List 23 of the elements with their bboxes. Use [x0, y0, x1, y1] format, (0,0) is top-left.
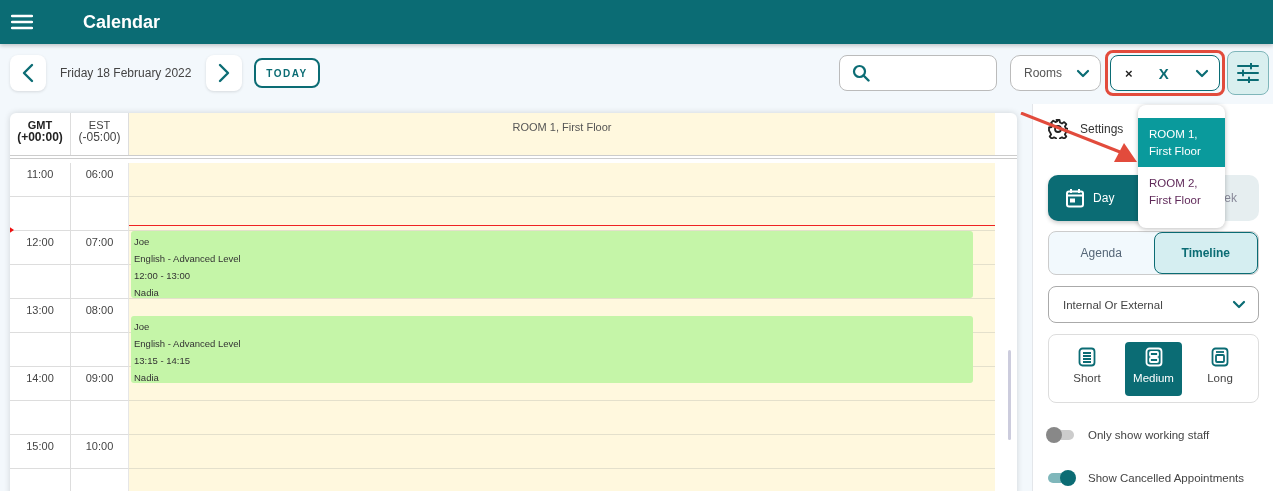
timezone-name: EST	[88, 119, 111, 131]
appointment-detail: Joe	[134, 235, 151, 248]
settings-label: Settings	[1080, 122, 1124, 136]
app-title: Calendar	[83, 11, 161, 33]
appointment-detail: Joe	[134, 320, 151, 333]
appointment-detail: Nadia	[134, 371, 160, 384]
time-cell: 11:00	[10, 163, 71, 197]
time-cell: 14:00	[10, 367, 71, 401]
appointment-detail: English - Advanced Level	[134, 337, 242, 350]
time-cell: 15:00	[10, 435, 71, 469]
appointment-detail: 12:00 - 13:00	[134, 269, 191, 282]
room-name: ROOM 1, First Floor	[512, 121, 612, 135]
toggle-label: Only show working staff	[1088, 428, 1210, 441]
time-cell: 13:00	[10, 299, 71, 333]
appointment-detail: English - Advanced Level	[134, 252, 242, 265]
appointment-detail: 13:15 - 14:15	[134, 354, 191, 367]
current-date: Friday 18 February 2022	[60, 66, 192, 80]
timezone-name: GMT	[27, 119, 53, 131]
timezone-offset: (+00:00)	[17, 131, 63, 143]
appointment-detail: Nadia	[134, 286, 160, 299]
toggle-label: Show Cancelled Appointments	[1088, 471, 1244, 484]
timezone-offset: (-05:00)	[78, 131, 121, 143]
time-cell: 12:00	[10, 231, 71, 265]
